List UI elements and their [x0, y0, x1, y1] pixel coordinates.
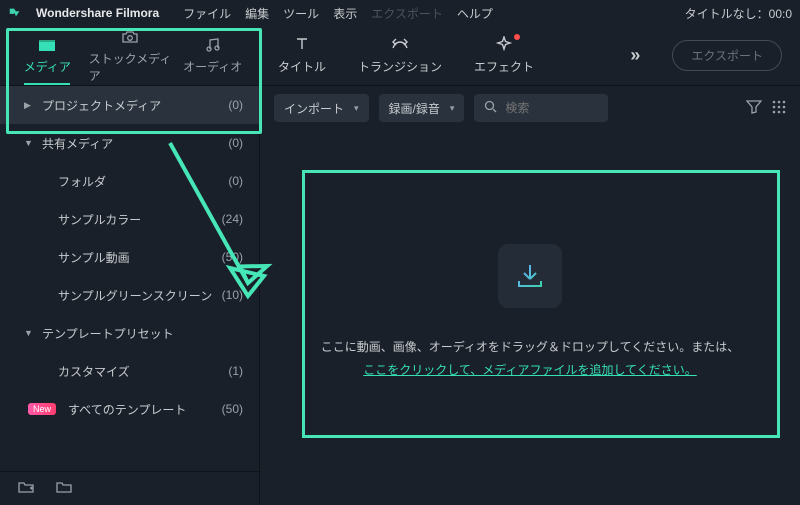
sidebar-item-sample-video[interactable]: サンプル動画 (50) — [0, 238, 259, 276]
media-sidebar: ▶ プロジェクトメディア (0) ▼ 共有メディア (0) フォルダ (0) サ… — [0, 86, 260, 505]
music-note-icon — [204, 36, 222, 54]
chevron-down-icon: ▼ — [24, 138, 34, 148]
sidebar-item-sample-green[interactable]: サンプルグリーンスクリーン (10) — [0, 276, 259, 314]
sidebar-item-sample-color[interactable]: サンプルカラー (24) — [0, 200, 259, 238]
sidebar-item-count: (50) — [222, 250, 243, 264]
chevron-down-icon: ▾ — [354, 103, 359, 114]
dropzone-line1: ここに動画、画像、オーディオをドラッグ＆ドロップしてください。または、 — [321, 336, 739, 359]
sidebar-item-count: (0) — [228, 98, 243, 112]
record-label: 録画/録音 — [389, 100, 440, 117]
top-toolstrip: メディア ストックメディア オーディオ タイトル トランジシ — [0, 26, 800, 86]
folder-icon[interactable] — [56, 480, 72, 497]
menu-help[interactable]: ヘルプ — [457, 5, 493, 22]
grid-view-icon[interactable] — [772, 100, 786, 117]
sidebar-item-project-media[interactable]: ▶ プロジェクトメディア (0) — [0, 86, 259, 124]
primary-tabs: メディア ストックメディア オーディオ — [0, 26, 260, 85]
main-panel: インポート ▾ 録画/録音 ▾ — [260, 86, 800, 505]
tab-audio-label: オーディオ — [183, 58, 242, 75]
record-dropdown[interactable]: 録画/録音 ▾ — [379, 94, 465, 122]
download-icon — [498, 244, 562, 308]
search-box[interactable] — [474, 94, 608, 122]
sidebar-item-label: サンプル動画 — [58, 249, 214, 266]
secondary-tabs: タイトル トランジション エフェクト » エクスポート — [260, 26, 800, 85]
sidebar-item-count: (24) — [222, 212, 243, 226]
sidebar-item-template-preset[interactable]: ▼ テンプレートプリセット — [0, 314, 259, 352]
new-badge: New — [28, 403, 56, 415]
more-button[interactable]: » — [630, 45, 640, 66]
sidebar-item-all-templates[interactable]: New すべてのテンプレート (50) — [0, 390, 259, 428]
text-icon — [294, 36, 310, 54]
menu-edit[interactable]: 編集 — [245, 5, 269, 22]
transition-icon — [391, 36, 409, 54]
sidebar-item-count: (0) — [228, 136, 243, 150]
chevron-down-icon: ▼ — [24, 328, 34, 338]
chevron-down-icon: ▾ — [450, 103, 455, 114]
sidebar-item-label: テンプレートプリセット — [42, 325, 243, 342]
chevron-right-icon: ▶ — [24, 100, 34, 111]
sidebar-item-label: プロジェクトメディア — [42, 97, 220, 114]
notification-dot-icon — [514, 34, 520, 40]
tab-media[interactable]: メディア — [6, 26, 89, 85]
folder-icon — [38, 36, 56, 54]
menubar: Wondershare Filmora ファイル 編集 ツール 表示 エクスポー… — [0, 0, 800, 26]
app-logo-icon — [8, 6, 22, 20]
export-button[interactable]: エクスポート — [672, 40, 782, 71]
sidebar-item-folder[interactable]: フォルダ (0) — [0, 162, 259, 200]
tab-title-label: タイトル — [278, 58, 326, 75]
sidebar-item-label: カスタマイズ — [58, 363, 220, 380]
dropzone-text: ここに動画、画像、オーディオをドラッグ＆ドロップしてください。または、 ここをク… — [321, 336, 739, 382]
filter-icon[interactable] — [746, 100, 762, 117]
app-name: Wondershare Filmora — [36, 6, 159, 20]
tab-media-label: メディア — [24, 58, 71, 75]
camera-icon — [121, 28, 139, 46]
sidebar-item-label: フォルダ — [58, 173, 220, 190]
media-dropzone[interactable]: ここに動画、画像、オーディオをドラッグ＆ドロップしてください。または、 ここをク… — [278, 138, 782, 487]
sidebar-item-label: サンプルグリーンスクリーン — [58, 287, 214, 304]
tab-stock-label: ストックメディア — [89, 50, 172, 84]
tab-audio[interactable]: オーディオ — [171, 26, 254, 85]
tab-effect-label: エフェクト — [474, 58, 534, 75]
sidebar-item-count: (1) — [228, 364, 243, 378]
tab-effect[interactable]: エフェクト — [474, 36, 534, 75]
import-dropdown[interactable]: インポート ▾ — [274, 94, 369, 122]
menu-tool[interactable]: ツール — [283, 5, 319, 22]
sidebar-item-count: (50) — [222, 402, 243, 416]
sidebar-item-shared-media[interactable]: ▼ 共有メディア (0) — [0, 124, 259, 162]
menu-export[interactable]: エクスポート — [371, 5, 443, 22]
sidebar-item-customize[interactable]: カスタマイズ (1) — [0, 352, 259, 390]
main-toolbar: インポート ▾ 録画/録音 ▾ — [260, 86, 800, 130]
sidebar-item-count: (0) — [228, 174, 243, 188]
sidebar-footer — [0, 471, 259, 505]
search-input[interactable] — [505, 101, 598, 115]
tab-title[interactable]: タイトル — [278, 36, 326, 75]
menu-view[interactable]: 表示 — [333, 5, 357, 22]
sidebar-item-count: (10) — [222, 288, 243, 302]
menu-file[interactable]: ファイル — [183, 5, 231, 22]
sparkle-icon — [496, 36, 512, 54]
import-label: インポート — [284, 100, 344, 117]
new-folder-plus-icon[interactable] — [18, 480, 34, 497]
document-title: タイトルなし：00:0 — [685, 5, 792, 22]
sidebar-item-label: すべてのテンプレート — [68, 401, 214, 418]
tab-transition[interactable]: トランジション — [358, 36, 442, 75]
sidebar-item-label: サンプルカラー — [58, 211, 214, 228]
dropzone-link[interactable]: ここをクリックして、メディアファイルを追加してください。 — [363, 363, 696, 377]
tab-stock-media[interactable]: ストックメディア — [89, 26, 172, 85]
tab-transition-label: トランジション — [358, 58, 442, 75]
search-icon — [484, 100, 497, 116]
sidebar-item-label: 共有メディア — [42, 135, 220, 152]
